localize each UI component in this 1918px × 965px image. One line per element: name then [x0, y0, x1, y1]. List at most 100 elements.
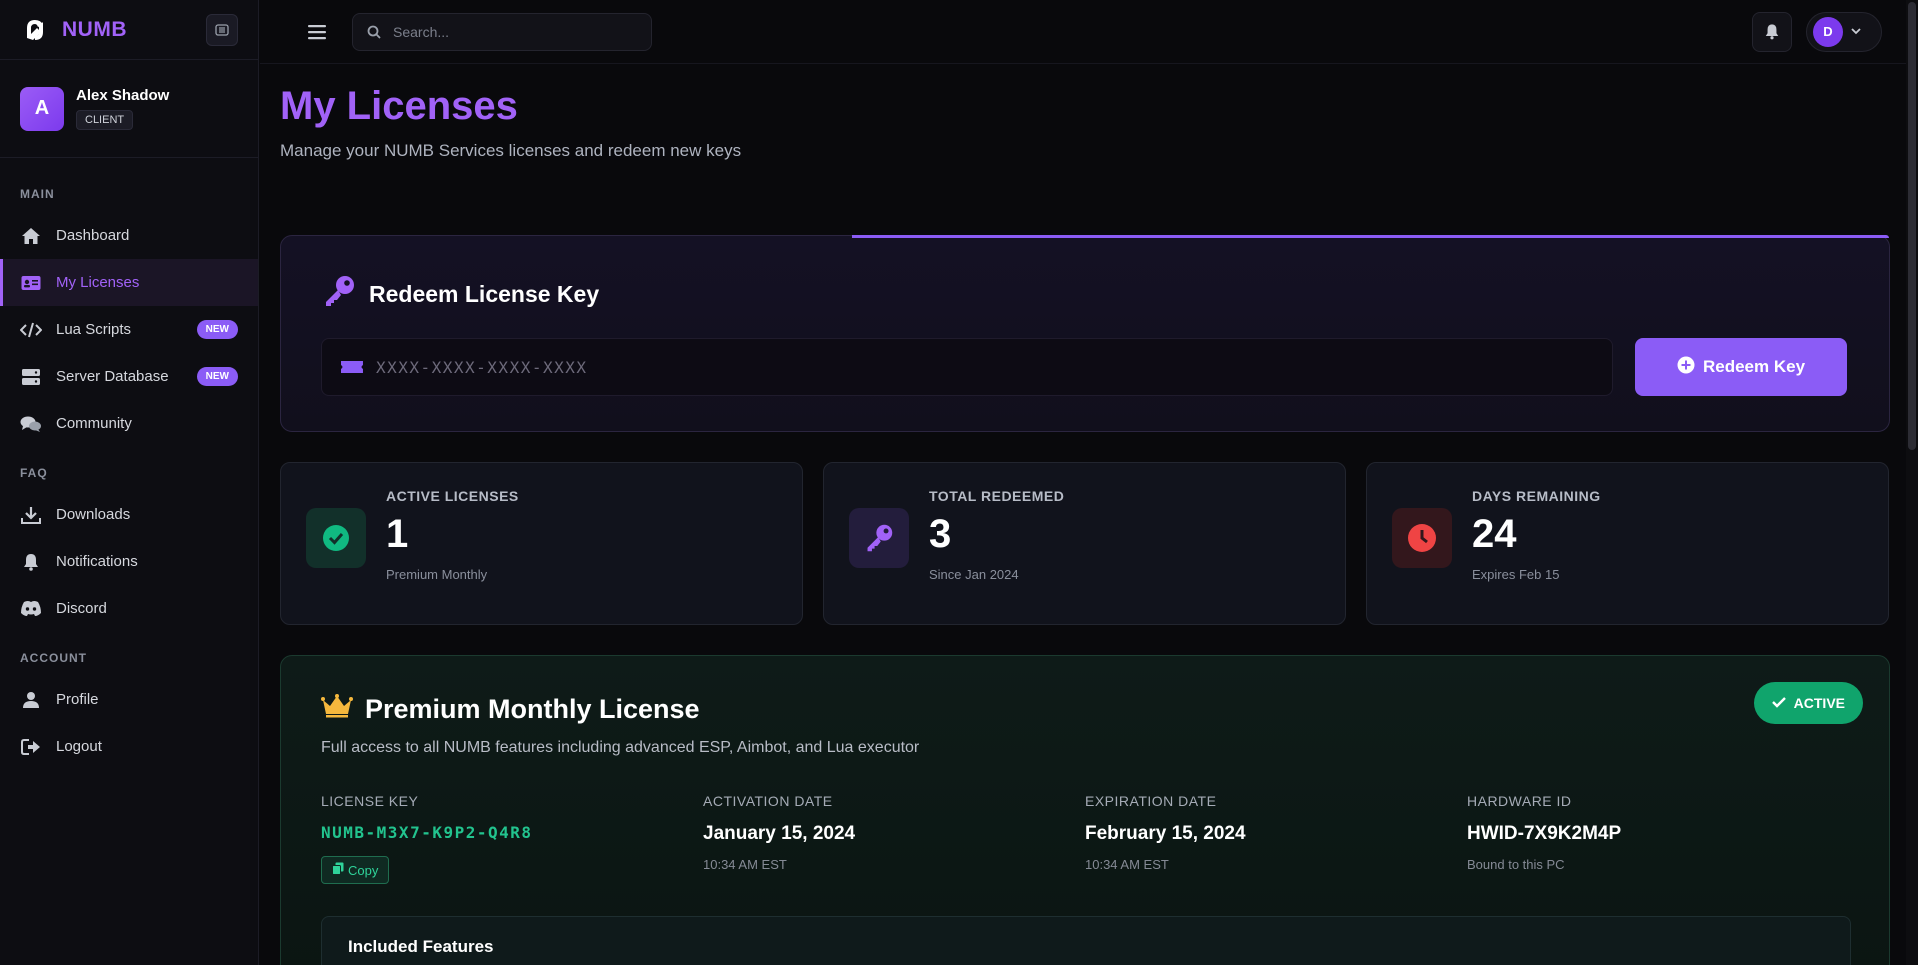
sidebar-item-label: Lua Scripts — [56, 321, 132, 338]
stat-subtext: Premium Monthly — [386, 567, 488, 582]
detail-expiration-date: EXPIRATION DATE February 15, 2024 10:34 … — [1085, 793, 1467, 884]
stat-label: DAYS REMAINING — [1472, 488, 1601, 504]
crown-icon — [321, 694, 353, 725]
key-icon — [321, 274, 357, 314]
sidebar-item-lua-scripts[interactable]: Lua Scripts NEW — [0, 306, 258, 353]
included-features-box: Included Features — [321, 916, 1851, 965]
search-input[interactable] — [393, 23, 623, 40]
redeem-button-label: Redeem Key — [1702, 357, 1806, 376]
redeem-title-row: Redeem License Key — [321, 274, 1849, 314]
stat-subtext: Since Jan 2024 — [929, 567, 1019, 582]
plus-circle-icon — [1677, 356, 1695, 379]
discord-icon — [20, 598, 42, 620]
copy-label: Copy — [348, 862, 379, 878]
bell-icon — [20, 551, 42, 573]
sidebar-item-label: Dashboard — [56, 227, 130, 244]
notifications-button[interactable] — [1752, 11, 1792, 52]
profile-menu-button[interactable]: D — [1806, 11, 1882, 52]
stats-row: ACTIVE LICENSES 1 Premium Monthly TOTAL … — [280, 462, 1889, 625]
user-avatar: A — [20, 86, 64, 131]
redeem-key-button[interactable]: Redeem Key — [1635, 338, 1847, 396]
page-title: My Licenses — [280, 84, 518, 128]
activation-time: 10:34 AM EST — [703, 857, 787, 872]
expiration-time: 10:34 AM EST — [1085, 857, 1169, 872]
sidebar-item-logout[interactable]: Logout — [0, 723, 258, 770]
search-box[interactable] — [352, 12, 652, 51]
user-icon — [20, 689, 42, 711]
license-title-row: Premium Monthly License — [321, 694, 1849, 725]
detail-label: EXPIRATION DATE — [1085, 793, 1217, 809]
sidebar-item-label: Community — [56, 415, 132, 432]
hardware-id-value: HWID-7X9K2M4P — [1467, 823, 1622, 844]
features-title: Included Features — [348, 937, 494, 956]
sidebar-item-profile[interactable]: Profile — [0, 676, 258, 723]
sidebar: NUMB A Alex Shadow CLIENT MAIN Dashboard… — [0, 0, 259, 965]
expiration-date-value: February 15, 2024 — [1085, 823, 1246, 844]
brand-name: NUMB — [62, 17, 127, 41]
copy-button[interactable]: Copy — [321, 856, 390, 884]
new-badge: NEW — [196, 367, 238, 386]
brand-header: NUMB — [0, 0, 258, 60]
sidebar-item-label: Logout — [56, 738, 102, 755]
user-card[interactable]: A Alex Shadow CLIENT — [0, 60, 258, 158]
sidebar-item-label: Discord — [56, 600, 107, 617]
chevron-down-icon — [1851, 28, 1861, 35]
stat-card-total-redeemed: TOTAL REDEEMED 3 Since Jan 2024 — [823, 462, 1346, 625]
copy-icon — [332, 862, 344, 878]
status-label: ACTIVE — [1793, 695, 1845, 711]
license-key-input[interactable] — [375, 357, 1594, 377]
sidebar-item-my-licenses[interactable]: My Licenses — [0, 259, 258, 306]
ticket-icon — [340, 361, 363, 373]
sidebar-item-label: Profile — [56, 691, 99, 708]
stat-value: 3 — [929, 512, 952, 556]
check-icon — [1771, 695, 1786, 711]
detail-activation-date: ACTIVATION DATE January 15, 2024 10:34 A… — [703, 793, 1085, 884]
license-key-field[interactable] — [321, 338, 1613, 396]
numb-logo-icon[interactable] — [20, 15, 50, 45]
server-icon — [20, 366, 42, 388]
search-icon — [367, 25, 381, 39]
sidebar-item-label: Downloads — [56, 506, 131, 523]
detail-label: ACTIVATION DATE — [703, 793, 833, 809]
download-icon — [20, 504, 42, 526]
stat-value: 24 — [1472, 512, 1517, 556]
redeem-card: Redeem License Key Redeem Key — [280, 235, 1890, 432]
nav-section-main: MAIN — [20, 187, 55, 201]
avatar: D — [1813, 16, 1843, 47]
hamburger-icon — [308, 24, 326, 39]
new-badge: NEW — [196, 320, 238, 339]
stat-subtext: Expires Feb 15 — [1472, 567, 1560, 582]
sidebar-item-downloads[interactable]: Downloads — [0, 491, 258, 538]
id-card-icon — [20, 272, 42, 294]
nav-section-account: ACCOUNT — [20, 651, 87, 665]
key-icon — [849, 508, 909, 568]
stat-card-active-licenses: ACTIVE LICENSES 1 Premium Monthly — [280, 462, 803, 625]
scrollbar-thumb[interactable] — [1908, 2, 1916, 450]
menu-toggle-button[interactable] — [306, 21, 328, 43]
logout-icon — [20, 736, 42, 758]
hardware-id-subtext: Bound to this PC — [1467, 857, 1565, 872]
nav-section-faq: FAQ — [20, 466, 48, 480]
user-name: Alex Shadow — [76, 87, 170, 104]
sidebar-item-dashboard[interactable]: Dashboard — [0, 212, 258, 259]
stat-value: 1 — [386, 512, 409, 556]
sidebar-item-community[interactable]: Community — [0, 400, 258, 447]
sidebar-item-label: Notifications — [56, 553, 138, 570]
redeem-title: Redeem License Key — [369, 280, 600, 307]
detail-license-key: LICENSE KEY NUMB-M3X7-K9P2-Q4R8 Copy — [321, 793, 703, 884]
scrollbar[interactable] — [1906, 0, 1918, 965]
topbar: D — [260, 0, 1918, 64]
detail-hardware-id: HARDWARE ID HWID-7X9K2M4P Bound to this … — [1467, 793, 1849, 884]
user-role-badge: CLIENT — [76, 110, 134, 130]
stat-label: ACTIVE LICENSES — [386, 488, 519, 504]
stat-label: TOTAL REDEEMED — [929, 488, 1065, 504]
sidebar-item-server-database[interactable]: Server Database NEW — [0, 353, 258, 400]
sidebar-collapse-button[interactable] — [206, 13, 238, 46]
sidebar-item-notifications[interactable]: Notifications — [0, 538, 258, 585]
license-description: Full access to all NUMB features includi… — [321, 739, 920, 756]
detail-label: LICENSE KEY — [321, 793, 419, 809]
code-icon — [20, 319, 42, 341]
check-circle-icon — [306, 508, 366, 568]
sidebar-item-discord[interactable]: Discord — [0, 585, 258, 632]
status-badge: ACTIVE — [1753, 682, 1863, 724]
